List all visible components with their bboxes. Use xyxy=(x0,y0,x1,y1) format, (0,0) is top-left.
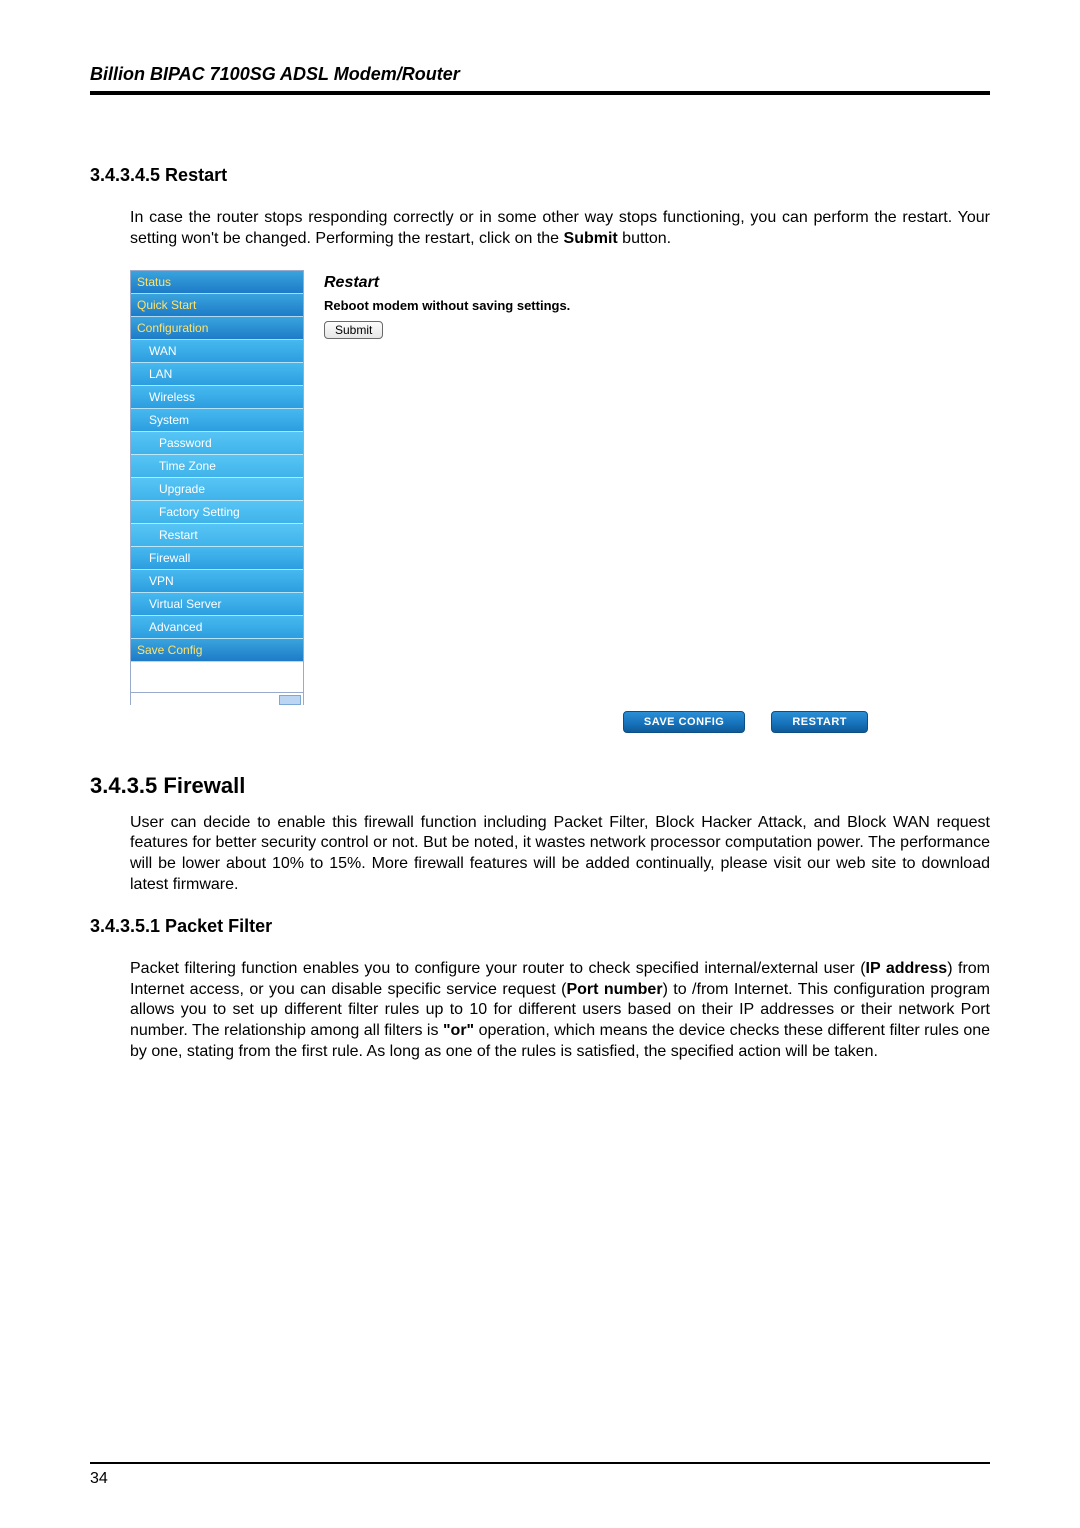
sidebar-item-time-zone[interactable]: Time Zone xyxy=(131,455,303,478)
paragraph-restart: In case the router stops responding corr… xyxy=(130,208,990,250)
sidebar-item-firewall[interactable]: Firewall xyxy=(131,547,303,570)
sidebar-item-configuration[interactable]: Configuration xyxy=(131,317,303,340)
sidebar-scrollbar[interactable] xyxy=(131,692,303,705)
sidebar-item-quick-start[interactable]: Quick Start xyxy=(131,294,303,317)
text-bold-ip-address: IP address xyxy=(866,960,948,977)
sidebar-item-advanced[interactable]: Advanced xyxy=(131,616,303,639)
document-footer: 34 xyxy=(90,1462,990,1488)
sidebar-item-factory-setting[interactable]: Factory Setting xyxy=(131,501,303,524)
embedded-ui-screenshot: Status Quick Start Configuration WAN LAN… xyxy=(130,270,870,733)
sidebar-item-virtual-server[interactable]: Virtual Server xyxy=(131,593,303,616)
sidebar: Status Quick Start Configuration WAN LAN… xyxy=(130,270,304,705)
sidebar-item-lan[interactable]: LAN xyxy=(131,363,303,386)
page-number: 34 xyxy=(90,1470,108,1487)
document-page: Billion BIPAC 7100SG ADSL Modem/Router 3… xyxy=(0,0,1080,1528)
section-heading-packet-filter: 3.4.3.5.1 Packet Filter xyxy=(90,916,990,937)
sidebar-item-system[interactable]: System xyxy=(131,409,303,432)
sidebar-item-password[interactable]: Password xyxy=(131,432,303,455)
section-heading-firewall: 3.4.3.5 Firewall xyxy=(90,773,990,799)
sidebar-item-save-config[interactable]: Save Config xyxy=(131,639,303,662)
sidebar-item-wireless[interactable]: Wireless xyxy=(131,386,303,409)
sidebar-item-upgrade[interactable]: Upgrade xyxy=(131,478,303,501)
content-subtitle: Reboot modem without saving settings. xyxy=(324,298,860,313)
paragraph-packet-filter: Packet filtering function enables you to… xyxy=(130,959,990,1063)
sidebar-item-vpn[interactable]: VPN xyxy=(131,570,303,593)
sidebar-item-wan[interactable]: WAN xyxy=(131,340,303,363)
text-bold-submit: Submit xyxy=(564,230,618,247)
section-heading-restart: 3.4.3.4.5 Restart xyxy=(90,165,990,186)
sidebar-item-restart[interactable]: Restart xyxy=(131,524,303,547)
sidebar-spacer xyxy=(131,662,303,692)
content-title: Restart xyxy=(324,274,860,292)
ui-body: Status Quick Start Configuration WAN LAN… xyxy=(130,270,870,705)
document-header: Billion BIPAC 7100SG ADSL Modem/Router xyxy=(90,64,990,95)
text: Packet filtering function enables you to… xyxy=(130,960,866,977)
save-config-button[interactable]: SAVE CONFIG xyxy=(623,711,745,733)
footer-rule xyxy=(90,1462,990,1464)
restart-button[interactable]: RESTART xyxy=(771,711,868,733)
content-pane: Restart Reboot modem without saving sett… xyxy=(304,270,870,705)
text-bold-port-number: Port number xyxy=(566,981,662,998)
text: button. xyxy=(618,230,671,247)
action-bar: SAVE CONFIG RESTART xyxy=(130,711,870,733)
text: In case the router stops responding corr… xyxy=(130,209,990,247)
paragraph-firewall: User can decide to enable this firewall … xyxy=(130,813,990,896)
submit-button[interactable]: Submit xyxy=(324,321,383,339)
sidebar-item-status[interactable]: Status xyxy=(131,271,303,294)
text-bold-or: "or" xyxy=(443,1022,474,1039)
